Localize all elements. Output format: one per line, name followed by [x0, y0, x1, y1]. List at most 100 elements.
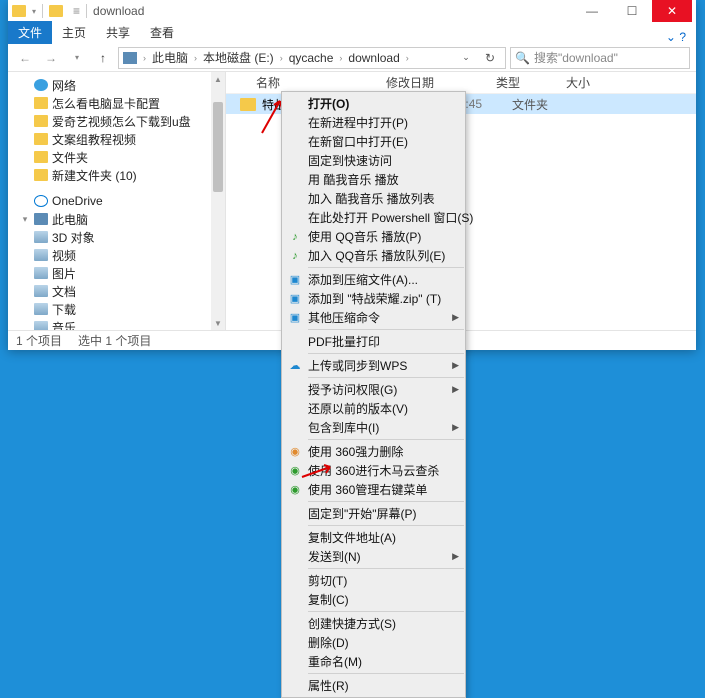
qat-dropdown-icon[interactable]: ▾: [32, 7, 36, 16]
titlebar-extra-icon: ≡: [73, 4, 80, 18]
menu-item[interactable]: 复制(C): [282, 590, 465, 609]
address-bar[interactable]: › 此电脑 › 本地磁盘 (E:) › qycache › download ›…: [118, 47, 506, 69]
scroll-down-icon[interactable]: ▼: [211, 316, 225, 330]
chevron-right-icon[interactable]: ›: [406, 53, 409, 63]
titlebar[interactable]: ▾ ≡ download — ☐ ✕: [8, 0, 696, 22]
nav-item[interactable]: 视频: [8, 246, 225, 264]
forward-button[interactable]: →: [40, 47, 62, 69]
menu-item[interactable]: ▣添加到压缩文件(A)...: [282, 270, 465, 289]
crumb[interactable]: 此电脑: [152, 49, 188, 66]
menu-item[interactable]: 删除(D): [282, 633, 465, 652]
menu-item-label: 删除(D): [308, 634, 349, 651]
net-icon: [34, 79, 48, 91]
tab-share[interactable]: 共享: [96, 21, 140, 44]
back-button[interactable]: ←: [14, 47, 36, 69]
nav-item[interactable]: 音乐: [8, 318, 225, 330]
minimize-button[interactable]: —: [572, 0, 612, 22]
menu-item[interactable]: 剪切(T): [282, 571, 465, 590]
nav-item[interactable]: 文案组教程视频: [8, 130, 225, 148]
menu-item[interactable]: 加入 酷我音乐 播放列表: [282, 189, 465, 208]
menu-item[interactable]: 包含到库中(I)▶: [282, 418, 465, 437]
submenu-arrow-icon: ▶: [452, 422, 459, 433]
menu-item[interactable]: 属性(R): [282, 676, 465, 695]
menu-item[interactable]: 创建快捷方式(S): [282, 614, 465, 633]
scroll-up-icon[interactable]: ▲: [211, 72, 225, 86]
menu-item[interactable]: 固定到"开始"屏幕(P): [282, 504, 465, 523]
menu-item[interactable]: ◉使用 360进行木马云查杀: [282, 461, 465, 480]
menu-item[interactable]: 打开(O): [282, 94, 465, 113]
menu-item[interactable]: 还原以前的版本(V): [282, 399, 465, 418]
nav-item-label: 此电脑: [52, 211, 88, 228]
menu-separator: [308, 568, 464, 569]
col-date[interactable]: 修改日期: [386, 74, 496, 91]
tab-view[interactable]: 查看: [140, 21, 184, 44]
menu-item[interactable]: 在新窗口中打开(E): [282, 132, 465, 151]
menu-item-label: 用 酷我音乐 播放: [308, 171, 399, 188]
menu-item[interactable]: ▣添加到 "特战荣耀.zip" (T): [282, 289, 465, 308]
menu-item[interactable]: PDF批量打印: [282, 332, 465, 351]
tab-file[interactable]: 文件: [8, 21, 52, 44]
menu-separator: [308, 329, 464, 330]
menu-item[interactable]: 发送到(N)▶: [282, 547, 465, 566]
nav-item[interactable]: ▾ 此电脑: [8, 210, 225, 228]
up-button[interactable]: ↑: [92, 47, 114, 69]
ribbon-toggle-icon[interactable]: ⌄ ?: [656, 30, 696, 44]
nav-item[interactable]: 图片: [8, 264, 225, 282]
search-input[interactable]: 🔍 搜索"download": [510, 47, 690, 69]
recent-button[interactable]: ▾: [66, 47, 88, 69]
360-icon: ◉: [287, 463, 303, 479]
menu-item[interactable]: 在新进程中打开(P): [282, 113, 465, 132]
nav-item-label: 3D 对象: [52, 229, 95, 246]
col-type[interactable]: 类型: [496, 74, 566, 91]
chevron-right-icon[interactable]: ›: [143, 53, 146, 63]
zip-icon: ▣: [287, 272, 303, 288]
expand-icon[interactable]: ▾: [20, 214, 30, 225]
menu-item[interactable]: ◉使用 360强力删除: [282, 442, 465, 461]
close-button[interactable]: ✕: [652, 0, 692, 22]
menu-item[interactable]: ◉使用 360管理右键菜单: [282, 480, 465, 499]
nav-item[interactable]: 怎么看电脑显卡配置: [8, 94, 225, 112]
menu-item[interactable]: ♪使用 QQ音乐 播放(P): [282, 227, 465, 246]
nav-item[interactable]: 文档: [8, 282, 225, 300]
nav-item[interactable]: 网络: [8, 76, 225, 94]
chevron-right-icon[interactable]: ›: [280, 53, 283, 63]
scrollbar[interactable]: ▲ ▼: [211, 72, 225, 330]
menu-item-label: 复制(C): [308, 591, 349, 608]
menu-item[interactable]: 用 酷我音乐 播放: [282, 170, 465, 189]
chevron-right-icon[interactable]: ›: [194, 53, 197, 63]
menu-separator: [308, 525, 464, 526]
cloud-icon: [34, 195, 48, 207]
menu-item[interactable]: ▣其他压缩命令▶: [282, 308, 465, 327]
nav-item[interactable]: 3D 对象: [8, 228, 225, 246]
nav-item[interactable]: 爱奇艺视频怎么下载到u盘: [8, 112, 225, 130]
nav-item[interactable]: 下载: [8, 300, 225, 318]
crumb[interactable]: 本地磁盘 (E:): [203, 49, 274, 66]
menu-item[interactable]: 在此处打开 Powershell 窗口(S): [282, 208, 465, 227]
maximize-button[interactable]: ☐: [612, 0, 652, 22]
menu-item[interactable]: 授予访问权限(G)▶: [282, 380, 465, 399]
scrollbar-thumb[interactable]: [213, 102, 223, 192]
tab-home[interactable]: 主页: [52, 21, 96, 44]
nav-item-label: 图片: [52, 265, 76, 282]
menu-item[interactable]: 固定到快速访问: [282, 151, 465, 170]
menu-item[interactable]: 重命名(M): [282, 652, 465, 671]
360-icon: ◉: [287, 444, 303, 460]
nav-item[interactable]: 文件夹: [8, 148, 225, 166]
menu-item[interactable]: 复制文件地址(A): [282, 528, 465, 547]
nav-item[interactable]: OneDrive: [8, 192, 225, 210]
nav-item[interactable]: 新建文件夹 (10): [8, 166, 225, 184]
nav-tree[interactable]: 网络怎么看电脑显卡配置爱奇艺视频怎么下载到u盘文案组教程视频文件夹新建文件夹 (…: [8, 72, 226, 330]
nav-item-label: 文案组教程视频: [52, 131, 136, 148]
menu-item[interactable]: ♪加入 QQ音乐 播放队列(E): [282, 246, 465, 265]
col-size[interactable]: 大小: [566, 74, 696, 91]
crumb[interactable]: download: [348, 51, 399, 65]
refresh-icon[interactable]: ↻: [479, 47, 501, 69]
col-name[interactable]: 名称: [256, 74, 386, 91]
addr-dropdown-icon[interactable]: ⌄: [455, 47, 477, 69]
qq-icon: ♪: [287, 248, 303, 264]
menu-item-label: 使用 360管理右键菜单: [308, 481, 427, 498]
crumb[interactable]: qycache: [289, 51, 334, 65]
chevron-right-icon[interactable]: ›: [339, 53, 342, 63]
nav-item-label: 文档: [52, 283, 76, 300]
menu-item[interactable]: ☁上传或同步到WPS▶: [282, 356, 465, 375]
